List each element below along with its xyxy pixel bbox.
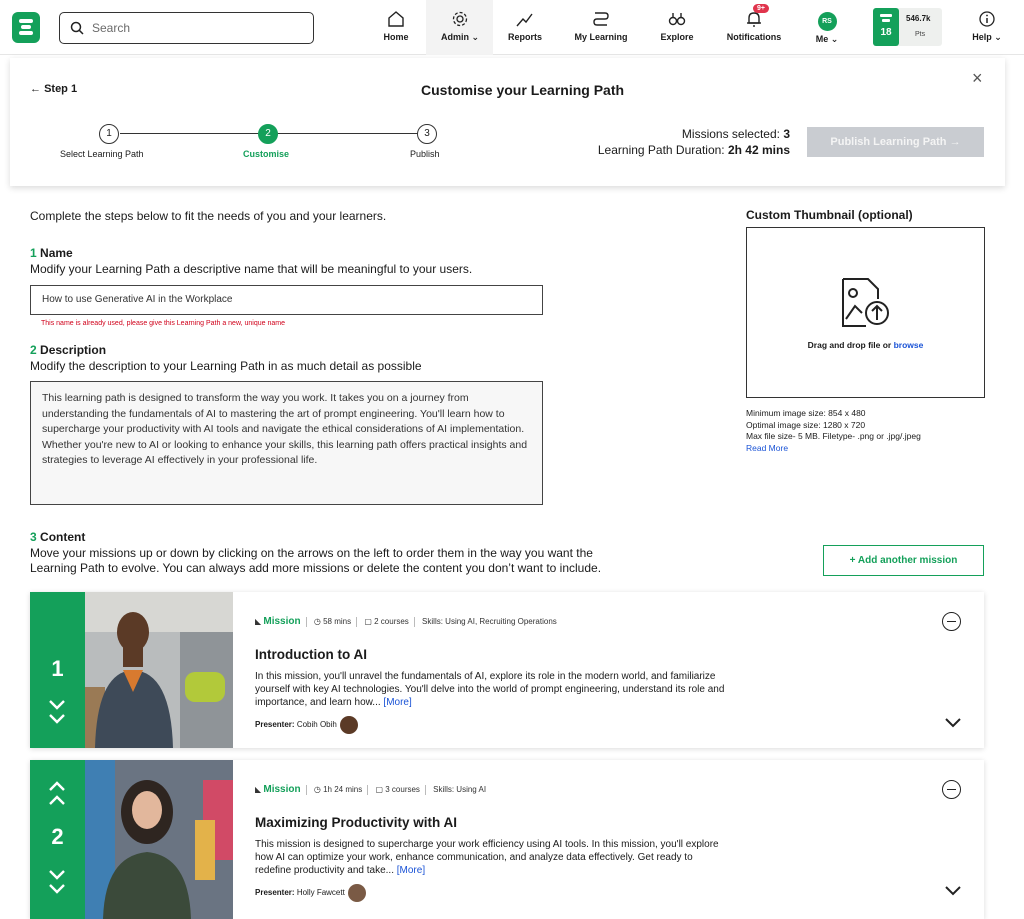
read-more-link[interactable]: Read More: [746, 443, 921, 455]
mission-title: Introduction to AI: [255, 647, 367, 662]
search-placeholder: Search: [92, 21, 131, 35]
mission-order: 1: [51, 656, 64, 681]
points-value: 546.7k: [906, 14, 931, 23]
name-help: Modify your Learning Path a descriptive …: [30, 262, 473, 276]
move-up-icon[interactable]: [48, 780, 66, 808]
mission-description: In this mission, you'll unravel the fund…: [255, 671, 725, 709]
name-error: This name is already used, please give t…: [41, 320, 285, 327]
nav-me[interactable]: RS Me ⌄: [811, 12, 843, 45]
home-icon: [388, 11, 404, 27]
course-icon: ▢: [364, 617, 372, 626]
nav-reports[interactable]: Reports: [505, 10, 545, 42]
thumbnail-heading: Custom Thumbnail (optional): [746, 208, 913, 222]
app-logo[interactable]: [12, 12, 40, 43]
mission-meta: ◣ Mission ◷ 58 mins ▢ 2 courses Skills: …: [255, 616, 557, 627]
mission-title: Maximizing Productivity with AI: [255, 815, 458, 830]
points-label: Pts: [915, 31, 926, 38]
chevron-down-icon[interactable]: [945, 886, 961, 896]
nav-explore[interactable]: Explore: [657, 10, 697, 42]
thumbnail-requirements: Minimum image size: 854 x 480 Optimal im…: [746, 408, 921, 455]
name-heading: 1 Name: [30, 246, 73, 260]
browse-link[interactable]: browse: [894, 340, 924, 350]
dropzone-text: Drag and drop file or browse: [807, 340, 924, 350]
mission-icon: ◣: [255, 785, 262, 794]
step-2-label: Customise: [243, 149, 290, 159]
move-down-icon[interactable]: [48, 868, 66, 896]
thumbnail-dropzone[interactable]: Drag and drop file or browse: [746, 227, 985, 398]
search-input[interactable]: Search: [59, 12, 314, 44]
mission-card: 1 ◣ Mission ◷ 58 mins ▢ 2 courses Skills…: [30, 592, 984, 748]
content-heading: 3 Content: [30, 530, 86, 544]
notification-badge: 9+: [753, 4, 769, 13]
description-heading: 2 Description: [30, 343, 107, 357]
avatar: RS: [817, 12, 837, 31]
presenter-photo: [85, 760, 233, 919]
level-badge: 18: [873, 8, 899, 46]
presenter: Presenter: Holly Fawcett: [255, 884, 366, 902]
points-widget[interactable]: 18 546.7k Pts: [873, 8, 942, 46]
close-icon[interactable]: ×: [972, 68, 983, 89]
mission-description: This mission is designed to supercharge …: [255, 839, 719, 877]
description-help: Modify the description to your Learning …: [30, 359, 422, 373]
step-3-label: Publish: [410, 149, 440, 159]
search-icon: [70, 21, 84, 35]
chevron-down-icon: ⌄: [994, 32, 1002, 42]
add-mission-button[interactable]: + Add another mission: [823, 545, 984, 576]
clock-icon: ◷: [313, 617, 321, 626]
step-3-circle[interactable]: 3: [417, 124, 437, 144]
reports-icon: [516, 13, 533, 27]
content-help: Move your missions up or down by clickin…: [30, 546, 602, 575]
nav-help[interactable]: Help ⌄: [966, 10, 1008, 43]
binoculars-icon: [668, 13, 686, 26]
learning-path-name-input[interactable]: How to use Generative AI in the Workplac…: [30, 285, 543, 315]
missions-summary: Missions selected: 3 Learning Path Durat…: [597, 127, 790, 157]
chevron-down-icon: ⌄: [830, 34, 839, 44]
course-icon: ▢: [375, 785, 384, 794]
clock-icon: ◷: [313, 785, 321, 794]
more-link[interactable]: [More]: [397, 865, 425, 876]
presenter-photo: [85, 592, 233, 748]
mission-card: 2 ◣ Mission ◷ 1h 24 mins ▢ 3 courses Ski…: [30, 760, 984, 919]
mission-icon: ◣: [255, 617, 262, 626]
chevron-down-icon: ⌄: [471, 32, 480, 42]
publish-button[interactable]: Publish Learning Path →: [807, 127, 984, 157]
nav-admin[interactable]: Admin ⌄: [436, 10, 484, 43]
presenter-avatar: [347, 884, 366, 902]
info-icon: [979, 11, 995, 27]
nav-notifications[interactable]: Notifications: [722, 10, 786, 42]
upload-image-icon: [842, 278, 889, 327]
description-textarea[interactable]: This learning path is designed to transf…: [30, 381, 543, 505]
step-1-label: Select Learning Path: [60, 149, 144, 159]
mission-order: 2: [51, 824, 64, 849]
remove-mission-icon[interactable]: [942, 780, 961, 799]
presenter-avatar: [339, 716, 358, 734]
remove-mission-icon[interactable]: [942, 612, 961, 631]
page-title: Customise your Learning Path: [421, 82, 625, 98]
gear-icon: [452, 11, 468, 27]
step-2-circle[interactable]: 2: [258, 124, 278, 144]
stepper-card: ← Step 1 Customise your Learning Path × …: [10, 58, 1005, 186]
path-icon: [593, 12, 609, 26]
mission-meta: ◣ Mission ◷ 1h 24 mins ▢ 3 courses Skill…: [255, 784, 487, 795]
move-down-icon[interactable]: [48, 698, 66, 726]
back-to-step-link[interactable]: ← Step 1: [30, 83, 77, 95]
more-link[interactable]: [More]: [383, 697, 411, 708]
presenter: Presenter: Cobih Obih: [255, 716, 358, 734]
nav-my-learning[interactable]: My Learning: [571, 10, 631, 42]
step-1-circle[interactable]: 1: [99, 124, 119, 144]
top-nav: Search Home Admin ⌄ Reports My Learning …: [0, 0, 1024, 55]
chevron-down-icon[interactable]: [945, 718, 961, 728]
nav-home[interactable]: Home: [380, 10, 412, 42]
intro-text: Complete the steps below to fit the need…: [30, 209, 387, 223]
